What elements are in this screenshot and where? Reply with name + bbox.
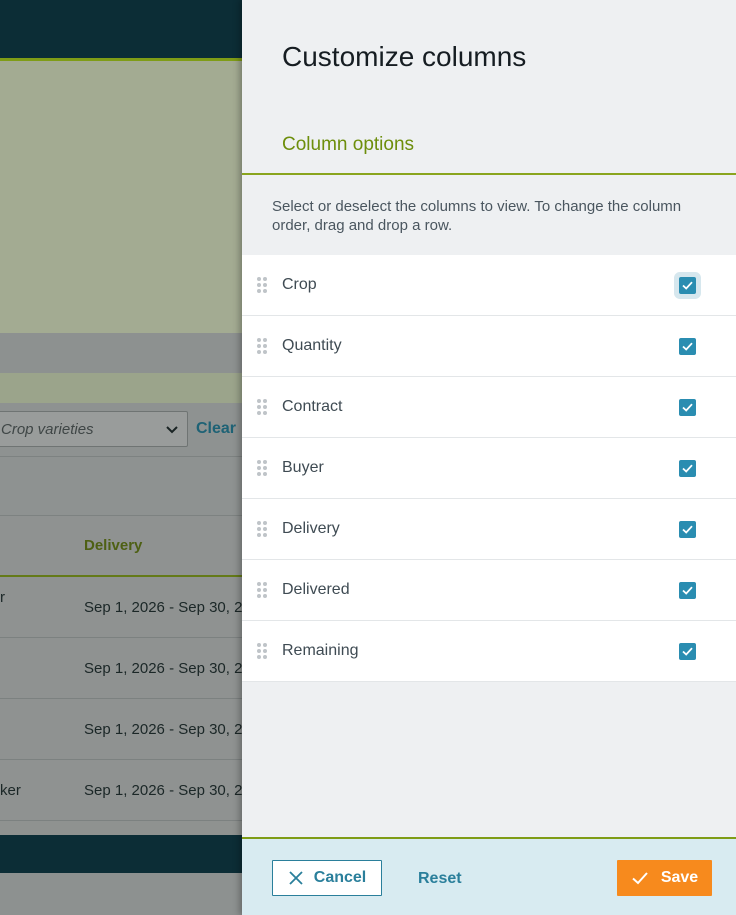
drag-handle-icon[interactable] xyxy=(257,338,267,354)
crop-varieties-select[interactable]: Crop varieties xyxy=(0,411,188,447)
column-label: Crop xyxy=(282,276,317,293)
drag-handle-icon[interactable] xyxy=(257,582,267,598)
chevron-down-icon xyxy=(166,426,178,434)
delivery-cell: Sep 1, 2026 - Sep 30, 2 xyxy=(84,660,243,677)
column-row-buyer[interactable]: Buyer xyxy=(242,438,736,499)
column-row-delivered[interactable]: Delivered xyxy=(242,560,736,621)
drawer-footer: Cancel Reset Save xyxy=(242,837,736,915)
check-icon xyxy=(682,647,693,656)
drag-handle-icon[interactable] xyxy=(257,521,267,537)
table-cell: ker xyxy=(0,782,21,799)
column-label: Delivered xyxy=(282,581,350,598)
column-checkbox-contract[interactable] xyxy=(679,399,696,416)
drawer-title: Customize columns xyxy=(282,41,527,72)
column-checkbox-remaining[interactable] xyxy=(679,643,696,660)
table-cell: r xyxy=(0,589,5,606)
drag-handle-icon[interactable] xyxy=(257,460,267,476)
reset-button[interactable]: Reset xyxy=(418,870,462,888)
delivery-cell: Sep 1, 2026 - Sep 30, 2 xyxy=(84,599,243,616)
column-checkbox-delivered[interactable] xyxy=(679,582,696,599)
column-options-heading: Column options xyxy=(282,134,415,155)
check-icon xyxy=(682,525,693,534)
drag-handle-icon[interactable] xyxy=(257,277,267,293)
save-button[interactable]: Save xyxy=(617,860,712,896)
delivery-cell: Sep 1, 2026 - Sep 30, 2 xyxy=(84,782,243,799)
check-icon xyxy=(682,342,693,351)
check-icon xyxy=(682,586,693,595)
column-label: Buyer xyxy=(282,459,324,476)
column-row-quantity[interactable]: Quantity xyxy=(242,316,736,377)
column-checkbox-buyer[interactable] xyxy=(679,460,696,477)
column-checkbox-quantity[interactable] xyxy=(679,338,696,355)
drag-handle-icon[interactable] xyxy=(257,643,267,659)
instructions-text: Select or deselect the columns to view. … xyxy=(272,198,682,234)
cancel-label: Cancel xyxy=(313,869,367,886)
clear-filter-link[interactable]: Clear xyxy=(196,420,236,438)
check-icon xyxy=(682,464,693,473)
column-row-contract[interactable]: Contract xyxy=(242,377,736,438)
column-row-delivery[interactable]: Delivery xyxy=(242,499,736,560)
column-list: Crop Quantity Contract Buyer Delivery De… xyxy=(242,255,736,682)
column-label: Contract xyxy=(282,398,343,415)
heading-underline xyxy=(242,173,736,175)
check-icon xyxy=(682,403,693,412)
check-icon xyxy=(632,872,648,885)
delivery-column-header[interactable]: Delivery xyxy=(84,537,142,554)
column-label: Remaining xyxy=(282,642,359,659)
delivery-cell: Sep 1, 2026 - Sep 30, 2 xyxy=(84,721,243,738)
column-row-remaining[interactable]: Remaining xyxy=(242,621,736,682)
column-label: Quantity xyxy=(282,337,342,354)
cancel-button[interactable]: Cancel xyxy=(272,860,382,896)
save-label: Save xyxy=(660,869,699,886)
check-icon xyxy=(682,281,693,290)
column-checkbox-crop[interactable] xyxy=(679,277,696,294)
select-placeholder: Crop varieties xyxy=(1,421,94,438)
close-icon xyxy=(289,871,303,885)
customize-columns-drawer: Customize columns Column options Select … xyxy=(242,0,736,915)
column-label: Delivery xyxy=(282,520,340,537)
drag-handle-icon[interactable] xyxy=(257,399,267,415)
column-checkbox-delivery[interactable] xyxy=(679,521,696,538)
column-row-crop[interactable]: Crop xyxy=(242,255,736,316)
